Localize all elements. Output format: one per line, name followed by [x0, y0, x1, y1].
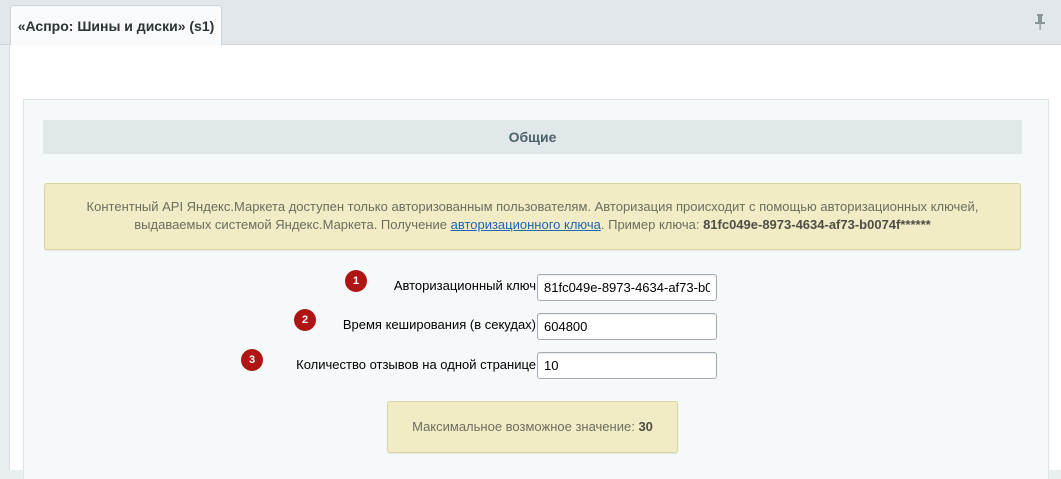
info-note: Контентный API Яндекс.Маркета доступен т… — [44, 183, 1021, 250]
hint-value: 30 — [638, 419, 653, 434]
note-line2-middle: . Пример ключа: — [600, 217, 704, 232]
section-title: Общие — [508, 129, 557, 145]
badge-2: 2 — [294, 309, 316, 331]
example-key: 81fc049e-8973-4634-af73-b0074f****** — [703, 217, 931, 232]
section-header: Общие — [43, 120, 1022, 154]
auth-key-link[interactable]: авторизационного ключа — [451, 217, 601, 232]
badge-1: 1 — [345, 270, 367, 292]
max-value-hint: Максимальное возможное значение: 30 — [387, 401, 678, 453]
tab-module-settings[interactable]: «Аспро: Шины и диски» (s1) — [10, 5, 222, 45]
tab-strip: «Аспро: Шины и диски» (s1) — [0, 0, 1061, 45]
label-auth-key: Авторизационный ключ — [393, 278, 536, 293]
hint-text: Максимальное возможное значение: — [412, 419, 639, 434]
note-line1: Контентный API Яндекс.Маркета доступен т… — [86, 199, 979, 214]
pin-icon[interactable] — [1033, 13, 1047, 31]
label-reviews-per-page: Количество отзывов на одной странице — [296, 357, 536, 372]
badge-3: 3 — [241, 349, 263, 371]
settings-card: Общие Контентный API Яндекс.Маркета дост… — [23, 99, 1049, 479]
auth-key-input[interactable] — [537, 274, 717, 301]
note-line2-start: выдаваемых системой Яндекс.Маркета. Полу… — [134, 217, 451, 232]
reviews-per-page-input[interactable] — [537, 352, 717, 379]
tab-label: «Аспро: Шины и диски» (s1) — [17, 18, 215, 34]
label-cache-time: Время кеширования (в секудах) — [342, 317, 536, 332]
page-content: Общие Контентный API Яндекс.Маркета дост… — [9, 45, 1061, 479]
cache-time-input[interactable] — [537, 313, 717, 340]
